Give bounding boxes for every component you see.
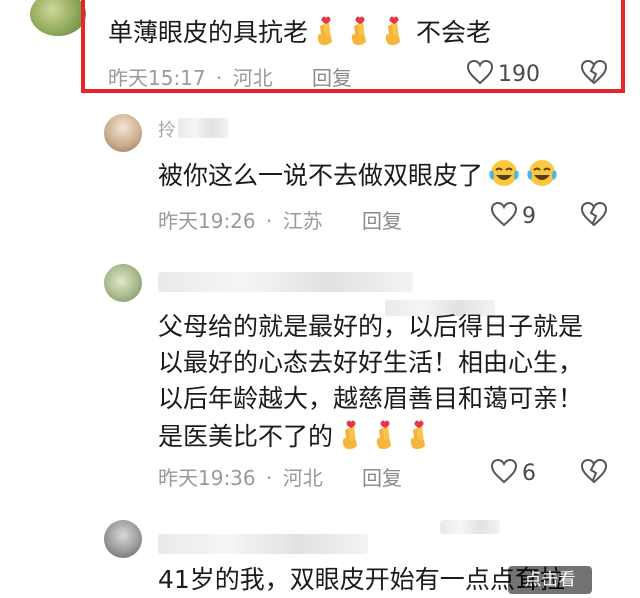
broken-heart-icon: [580, 201, 608, 231]
heart-outline-icon: [490, 201, 518, 231]
reply-button[interactable]: 回复: [312, 62, 352, 91]
heart-outline-icon: [490, 458, 518, 488]
username-blur: [440, 520, 500, 534]
avatar[interactable]: [104, 520, 142, 558]
fingers-crossed-heart-icon: [312, 14, 342, 54]
comment-meta: 昨天19:26 · 江苏: [158, 205, 323, 234]
crying-laughing-face-icon: [487, 158, 521, 196]
reply-button[interactable]: 回复: [362, 205, 402, 234]
username-blur: [158, 534, 368, 554]
comment-text-main: 被你这么一说不去做双眼皮了: [158, 161, 484, 190]
fingers-crossed-heart-icon: [371, 418, 401, 458]
like-button[interactable]: 9: [490, 201, 536, 231]
heart-outline-icon: [466, 59, 494, 89]
meta-separator: ·: [216, 66, 223, 90]
comment-text: 单薄眼皮的具抗老 不会老: [108, 14, 491, 54]
broken-heart-icon: [580, 59, 608, 89]
avatar[interactable]: [104, 114, 142, 152]
comment-location: 河北: [282, 466, 323, 490]
username-blur: [158, 272, 413, 292]
like-count: 9: [522, 203, 536, 229]
comment-time: 昨天15:17: [108, 66, 206, 90]
comment-line: 以最好的心态去好好生活！相由心生，: [158, 348, 584, 377]
username: 拎: [158, 116, 176, 142]
comment-text-main: 是医美比不了的: [158, 422, 334, 451]
comment-meta: 昨天15:17 · 河北: [108, 62, 273, 91]
crying-laughing-face-icon: [525, 158, 559, 196]
comment-line: 父母给的就是最好的，以后得日子就是: [158, 312, 584, 341]
broken-heart-icon: [580, 458, 608, 488]
fingers-crossed-heart-icon: [346, 14, 376, 54]
username-text: 拎: [158, 120, 176, 141]
like-button[interactable]: 6: [490, 458, 536, 488]
like-count: 6: [522, 460, 536, 486]
comment-location: 河北: [232, 66, 273, 90]
comment-time: 昨天19:26: [158, 209, 256, 233]
fingers-crossed-heart-icon: [405, 418, 435, 458]
comment-text-main: 单薄眼皮的具抗老: [108, 18, 309, 47]
dislike-button[interactable]: [580, 59, 608, 89]
meta-separator: ·: [266, 209, 273, 233]
avatar[interactable]: [30, 0, 86, 36]
comment-text-suffix: 不会老: [416, 18, 492, 47]
comment-time: 昨天19:36: [158, 466, 256, 490]
like-button[interactable]: 190: [466, 59, 540, 89]
avatar[interactable]: [104, 264, 142, 302]
watermark-text: 点击看: [524, 570, 576, 590]
watermark: 点击看: [508, 566, 592, 594]
like-count: 190: [498, 61, 540, 87]
comment-text: 被你这么一说不去做双眼皮了: [158, 158, 559, 196]
dislike-button[interactable]: [580, 201, 608, 231]
comment-meta: 昨天19:36 · 河北: [158, 462, 323, 491]
comment-line: 以后年龄越大，越慈眉善目和蔼可亲！: [158, 384, 584, 413]
comment-line-last: 是医美比不了的: [158, 418, 435, 458]
fingers-crossed-heart-icon: [337, 418, 367, 458]
reply-button[interactable]: 回复: [362, 462, 402, 491]
comment-text: 41岁的我，双眼皮开始有一点点耷拉: [158, 565, 565, 594]
username-blur: [178, 118, 228, 138]
dislike-button[interactable]: [580, 458, 608, 488]
comment-location: 江苏: [282, 209, 323, 233]
meta-separator: ·: [266, 466, 273, 490]
fingers-crossed-heart-icon: [380, 14, 410, 54]
